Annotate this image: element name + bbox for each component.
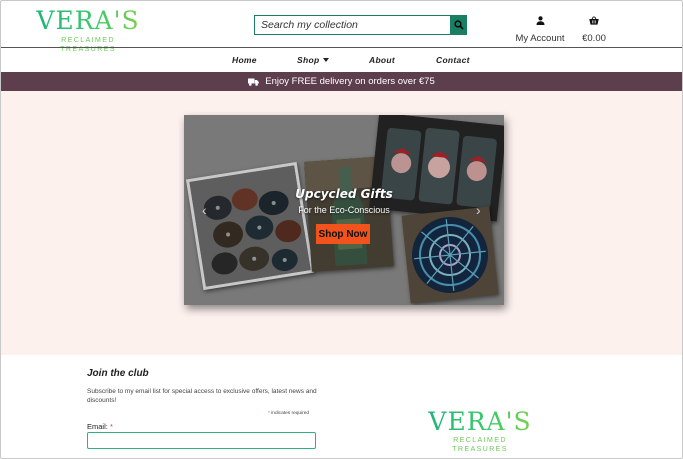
cart-link[interactable]: €0.00 (578, 12, 610, 44)
footer-logo[interactable]: VERA'S RECLAIMED TREASURES (424, 409, 536, 453)
search-bar (254, 15, 467, 35)
hero-subtitle: For the Eco-Conscious (298, 205, 390, 215)
email-label-text: Email: (87, 422, 108, 431)
delivery-banner: Enjoy FREE delivery on orders over €75 (0, 72, 683, 91)
nav-home[interactable]: Home (232, 55, 257, 65)
shop-now-button[interactable]: Shop Now (316, 224, 370, 244)
cart-total: €0.00 (582, 33, 606, 44)
required-asterisk: * (268, 411, 270, 416)
required-note-text: indicates required (271, 411, 310, 416)
footer-logo-tagline: RECLAIMED TREASURES (452, 435, 508, 453)
site-header: VERA'S RECLAIMED TREASURES My Account €0… (0, 0, 683, 53)
nav-shop-label: Shop (297, 55, 320, 65)
email-required-asterisk: * (109, 422, 113, 431)
newsletter-title: Join the club (87, 368, 149, 379)
newsletter-description: Subscribe to my email list for special a… (87, 388, 317, 404)
required-note: * indicates required (268, 411, 309, 416)
email-label: Email: * (87, 422, 113, 431)
logo-name: VERA'S (33, 8, 143, 33)
hero-title: Upcycled Gifts (295, 187, 393, 201)
main-nav: Home Shop About Contact (0, 48, 683, 72)
hero-section: ‹ › Upcycled Gifts For the Eco-Conscious… (0, 91, 683, 355)
search-button[interactable] (450, 15, 467, 35)
basket-icon (589, 16, 599, 25)
search-icon (453, 20, 464, 30)
nav-contact[interactable]: Contact (436, 55, 470, 65)
nav-about[interactable]: About (369, 55, 395, 65)
nav-shop[interactable]: Shop (297, 55, 330, 65)
my-account-label: My Account (515, 33, 565, 44)
my-account-link[interactable]: My Account (512, 12, 568, 44)
hero-carousel[interactable]: ‹ › Upcycled Gifts For the Eco-Conscious… (184, 115, 504, 305)
truck-icon (248, 78, 260, 86)
caret-down-icon (323, 58, 330, 62)
footer-logo-name: VERA'S (424, 409, 536, 434)
email-field[interactable] (87, 432, 316, 449)
user-icon (536, 16, 544, 25)
delivery-text: Enjoy FREE delivery on orders over €75 (265, 76, 435, 87)
search-input[interactable] (254, 15, 450, 35)
